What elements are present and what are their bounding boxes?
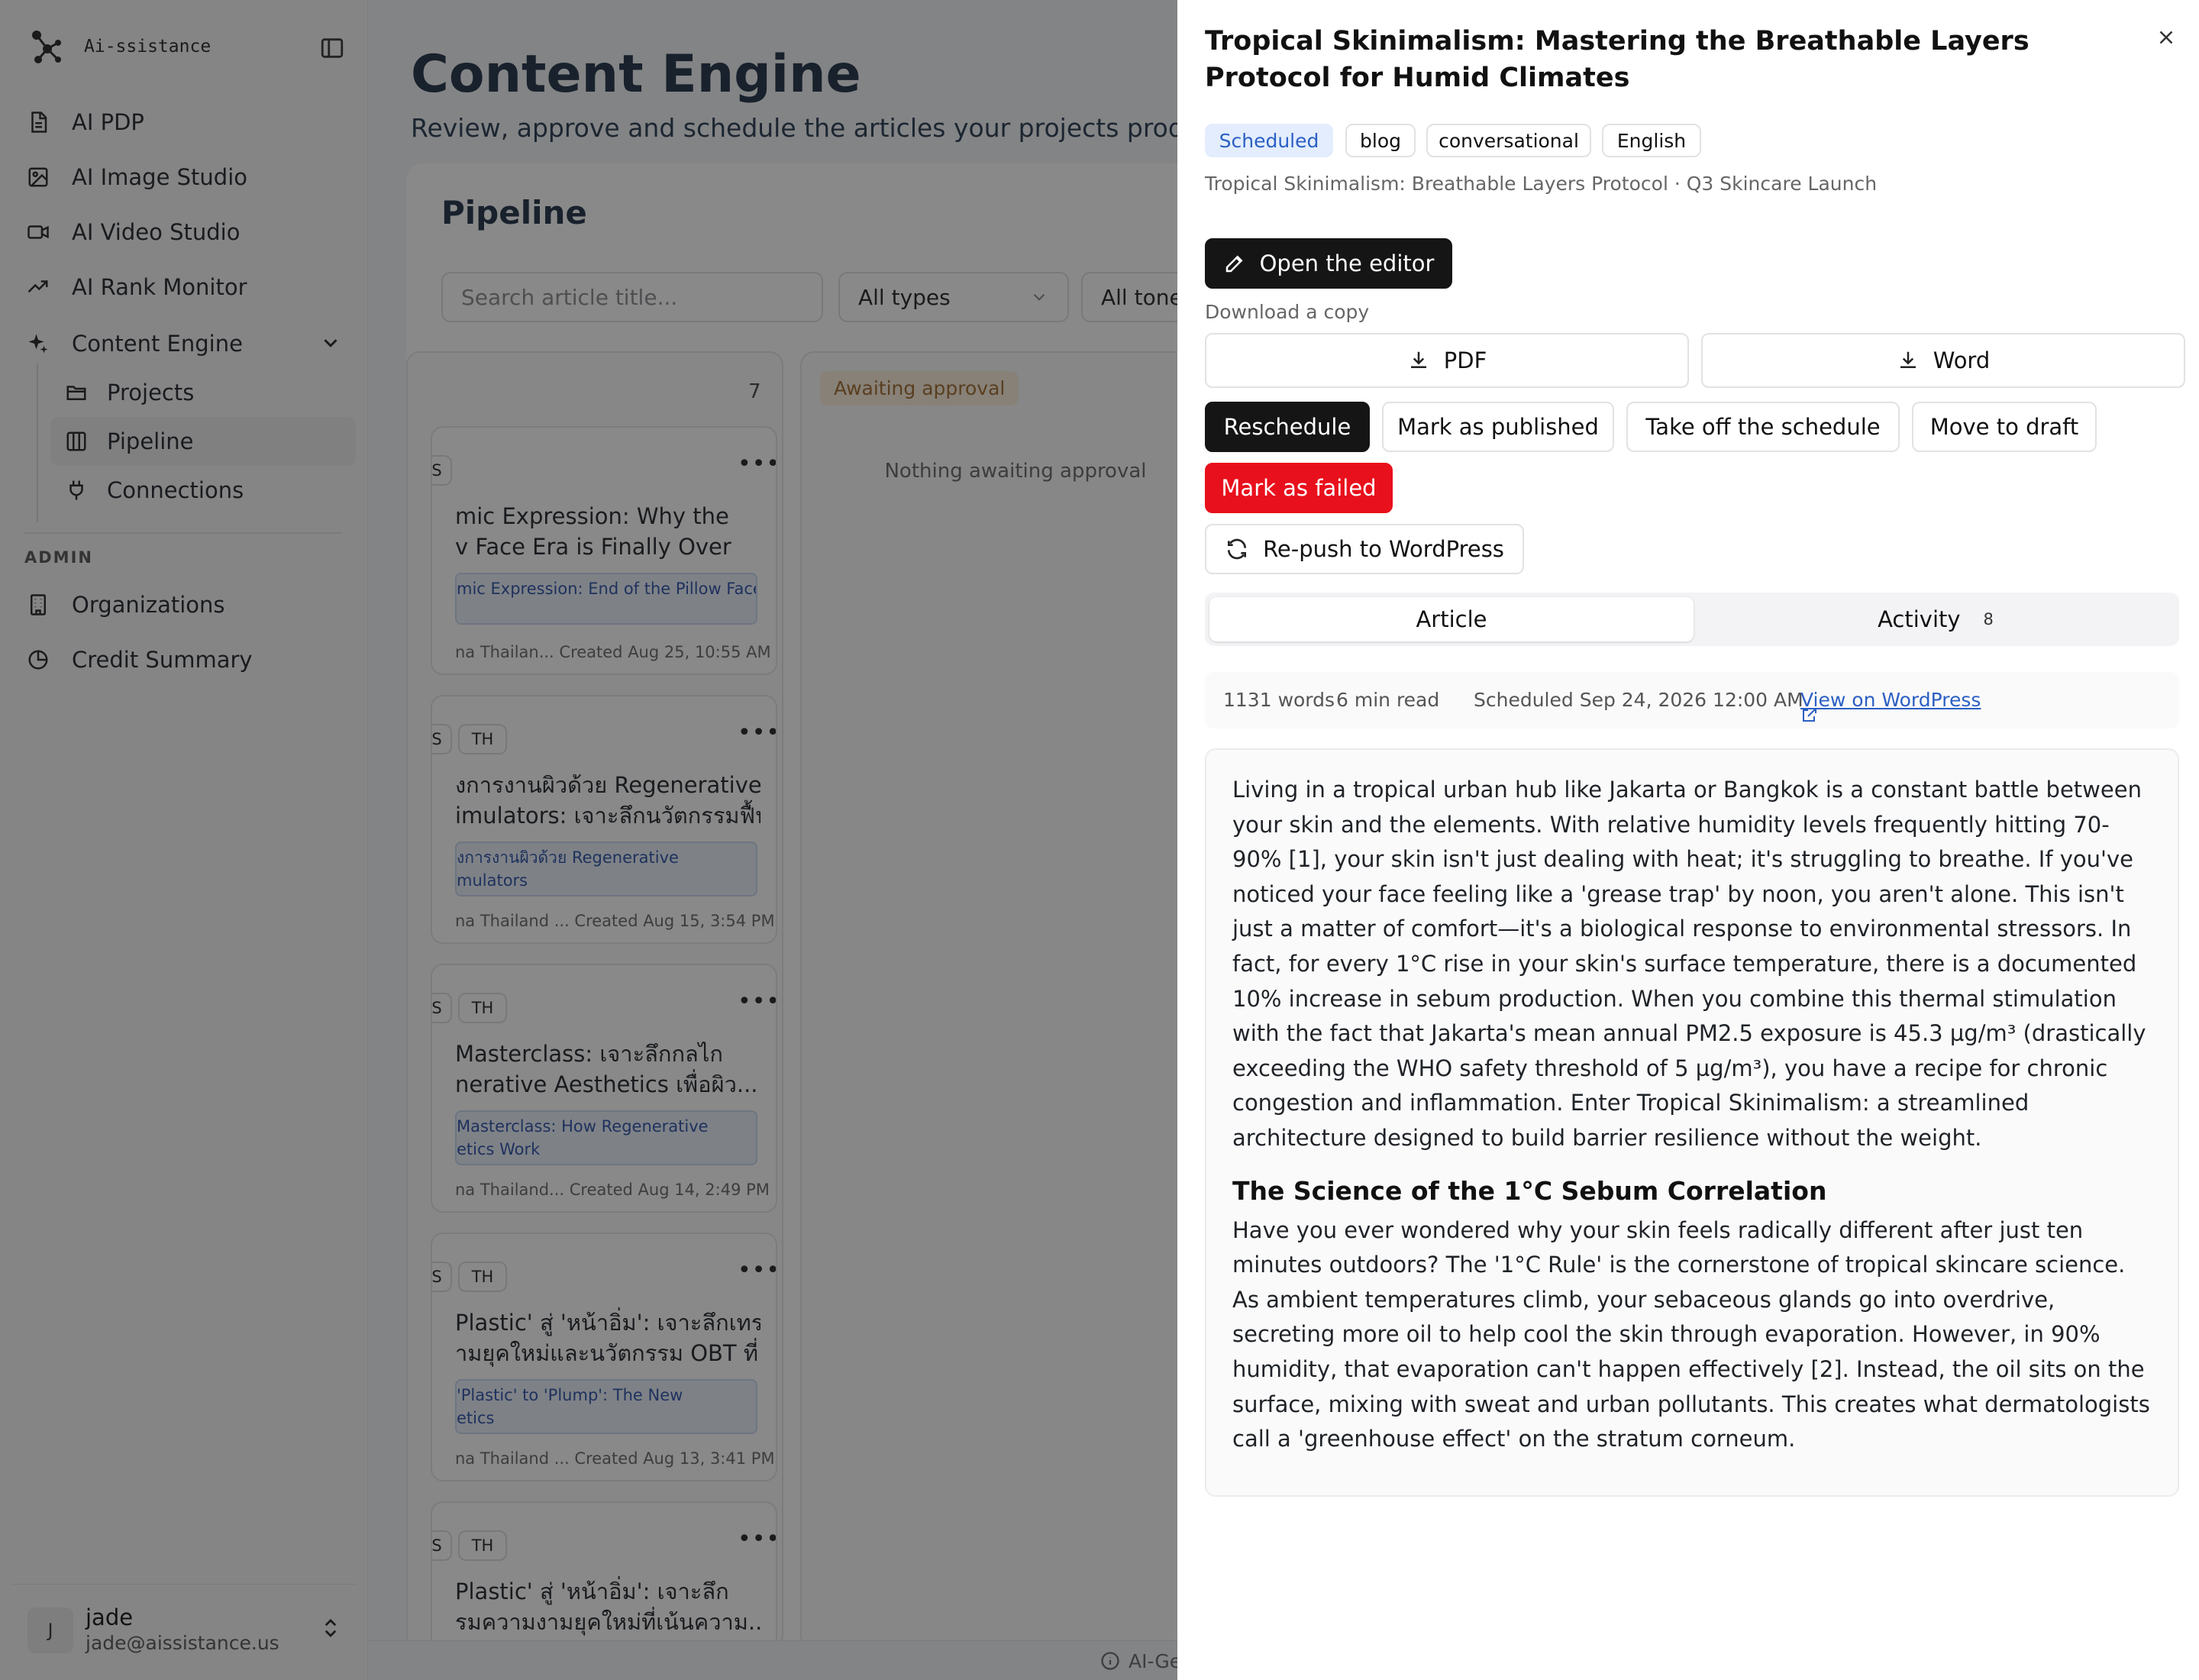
link-text: View on WordPress — [1800, 689, 1981, 711]
refresh-icon — [1225, 537, 1249, 561]
download-pdf-button[interactable]: PDF — [1205, 333, 1689, 388]
move-to-draft-button[interactable]: Move to draft — [1912, 402, 2097, 452]
button-label: Open the editor — [1259, 250, 1435, 276]
mark-published-button[interactable]: Mark as published — [1382, 402, 1614, 452]
open-editor-button[interactable]: Open the editor — [1205, 238, 1452, 289]
take-off-schedule-button[interactable]: Take off the schedule — [1626, 402, 1900, 452]
article-drawer: Tropical Skinimalism: Mastering the Brea… — [1177, 0, 2199, 1680]
article-body: Living in a tropical urban hub like Jaka… — [1205, 748, 2179, 1497]
button-label: Word — [1933, 347, 1991, 373]
reschedule-button[interactable]: Reschedule — [1205, 402, 1370, 452]
button-label: PDF — [1443, 347, 1487, 373]
download-word-button[interactable]: Word — [1701, 333, 2185, 388]
tone-badge: conversational — [1426, 124, 1591, 157]
mark-failed-button[interactable]: Mark as failed — [1205, 463, 1393, 513]
scheduled-date: Scheduled Sep 24, 2026 12:00 AM — [1474, 689, 1803, 711]
article-heading: The Science of the 1°C Sebum Correlation — [1232, 1175, 1827, 1206]
article-stats: 1131 words 6 min read Scheduled Sep 24, … — [1205, 672, 2179, 729]
pencil-icon — [1223, 252, 1246, 275]
external-link-icon — [1800, 706, 1819, 724]
close-icon[interactable] — [2155, 26, 2178, 49]
tab-list: Article Activity 8 — [1205, 593, 2179, 646]
download-icon — [1407, 349, 1430, 372]
button-label: Re-push to WordPress — [1263, 536, 1504, 562]
article-paragraph: Have you ever wondered why your skin fee… — [1232, 1216, 2150, 1452]
tab-label: Activity — [1878, 606, 1961, 632]
download-icon — [1897, 349, 1920, 372]
activity-count-badge: 8 — [1983, 610, 1994, 628]
breadcrumb: Tropical Skinimalism: Breathable Layers … — [1205, 173, 1878, 195]
download-label: Download a copy — [1205, 301, 1370, 323]
view-on-wordpress-link[interactable]: View on WordPress — [1800, 689, 1981, 722]
article-paragraph: Living in a tropical urban hub like Jaka… — [1232, 777, 2146, 1151]
status-badge: Scheduled — [1205, 124, 1333, 157]
type-badge: blog — [1345, 124, 1416, 157]
read-time: 6 min read — [1336, 689, 1440, 711]
word-count: 1131 words — [1223, 689, 1335, 711]
repush-wordpress-button[interactable]: Re-push to WordPress — [1205, 524, 1524, 574]
tab-activity[interactable]: Activity 8 — [1694, 597, 2178, 641]
language-badge: English — [1602, 124, 1701, 157]
article-title: Tropical Skinimalism: Mastering the Brea… — [1205, 26, 2029, 93]
tab-article[interactable]: Article — [1209, 597, 1694, 641]
modal-backdrop[interactable] — [0, 0, 1177, 1680]
